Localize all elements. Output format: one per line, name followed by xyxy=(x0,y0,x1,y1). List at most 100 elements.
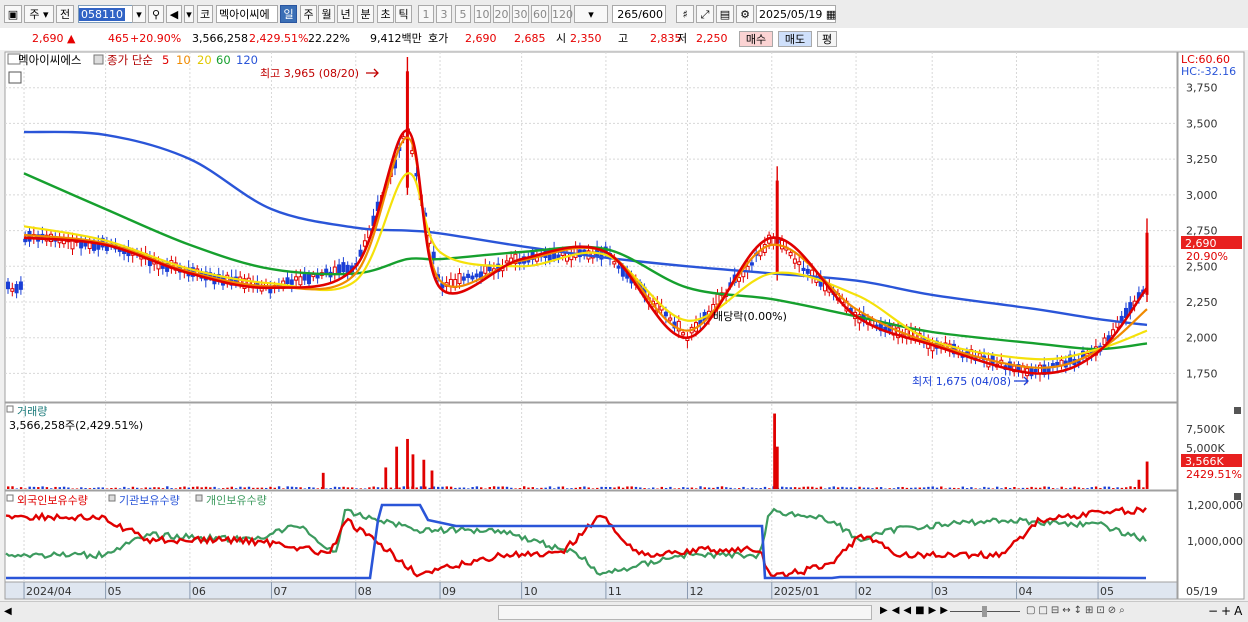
volume-panel-close-icon[interactable] xyxy=(1234,407,1241,414)
interval-button-2[interactable]: 5 xyxy=(455,5,471,23)
volume-bar xyxy=(738,488,740,489)
speaker-dropdown-icon[interactable]: ▾ xyxy=(184,5,194,23)
title-dropdown-icon[interactable] xyxy=(94,55,103,64)
volume-bar xyxy=(833,486,835,489)
eval-button[interactable]: 평 xyxy=(817,31,837,47)
stock-chart[interactable]: 3,7503,5003,2503,0002,7502,5002,2502,000… xyxy=(0,50,1248,601)
interval-dropdown[interactable]: ▾ xyxy=(574,5,608,23)
volume-bar xyxy=(910,488,912,489)
volume-bar xyxy=(953,488,955,489)
low-price: 2,250 xyxy=(696,31,728,47)
volume-bar xyxy=(704,487,706,489)
playback-controls-icon[interactable]: ▶◀◀■▶▶ xyxy=(880,605,952,616)
volume-bar xyxy=(1052,488,1054,489)
bottom-scrollbar[interactable]: ◀ ▶◀◀■▶▶ ▢□⊟↔↕⊞⊡⊘⌕ −+A xyxy=(0,601,1248,622)
price-tick-label: 2,000 xyxy=(1186,332,1218,345)
candle-body xyxy=(290,280,293,284)
price-tick-label: 3,000 xyxy=(1186,189,1218,202)
period-button-4[interactable]: 분 xyxy=(357,5,374,23)
holding-panel-icon[interactable] xyxy=(7,495,13,501)
volume-bar xyxy=(244,487,246,489)
ask-label: 호가 xyxy=(428,31,448,47)
volume-bar xyxy=(721,486,723,489)
volume-bar xyxy=(205,487,207,489)
ma20-label: 20 xyxy=(197,53,212,67)
candle-body xyxy=(295,277,298,280)
volume-bar xyxy=(50,488,52,489)
x-axis-label: 02 xyxy=(858,585,872,598)
ko-button[interactable]: 코 xyxy=(197,5,213,23)
volume-bar xyxy=(609,487,611,489)
sell-button[interactable]: 매도 xyxy=(778,31,812,47)
buy-button[interactable]: 매수 xyxy=(739,31,773,47)
scroll-thumb[interactable] xyxy=(498,605,872,620)
chart-tools-icon[interactable]: ▢□⊟↔↕⊞⊡⊘⌕ xyxy=(1026,605,1128,616)
interval-button-5[interactable]: 30 xyxy=(512,5,529,23)
zoom-slider-handle[interactable] xyxy=(982,606,987,617)
volume-bar xyxy=(824,488,826,489)
volume-bar xyxy=(123,487,125,489)
period-button-3[interactable]: 년 xyxy=(337,5,354,23)
volume-bar xyxy=(695,488,697,489)
volume-bar xyxy=(192,487,194,489)
low-label: 저 xyxy=(677,31,687,47)
candle-body xyxy=(342,263,345,272)
volume-bar xyxy=(334,487,336,489)
window-icon[interactable]: ▣ xyxy=(4,5,22,23)
volume-bar xyxy=(957,488,959,489)
interval-button-4[interactable]: 20 xyxy=(493,5,510,23)
interval-button-1[interactable]: 3 xyxy=(436,5,452,23)
period-button-6[interactable]: 틱 xyxy=(395,5,412,23)
date-field[interactable]: 2025/05/19 ▦ xyxy=(756,5,836,23)
save-icon[interactable]: ▤ xyxy=(716,5,734,23)
volume-bar xyxy=(592,488,594,489)
volume-panel-icon[interactable] xyxy=(7,406,13,412)
volume-bar xyxy=(1005,487,1007,489)
stock-code-input[interactable]: 058110 xyxy=(78,5,136,23)
count-field[interactable]: 265/600 xyxy=(612,5,666,23)
interval-button-6[interactable]: 60 xyxy=(531,5,549,23)
volume-bar xyxy=(1108,487,1110,489)
volume-bar xyxy=(970,487,972,489)
period-button-0[interactable]: 일 xyxy=(280,5,297,23)
volume-bar-spike xyxy=(1146,462,1149,489)
scroll-left-icon[interactable]: ◀ xyxy=(4,606,12,617)
interval-button-0[interactable]: 1 xyxy=(418,5,434,23)
gear-icon[interactable]: ⚙ xyxy=(736,5,754,23)
stock-name-field[interactable]: 멕아이씨에 xyxy=(216,5,278,23)
speaker-icon[interactable]: ◀ xyxy=(166,5,182,23)
volume-bar xyxy=(665,488,667,489)
candle-type-icon[interactable]: ♯ xyxy=(676,5,694,23)
volume-bar xyxy=(231,487,233,489)
volume-bar xyxy=(949,488,951,489)
interval-button-7[interactable]: 120 xyxy=(551,5,571,23)
zoom-controls-icon[interactable]: −+A xyxy=(1208,604,1245,618)
volume-bar xyxy=(669,487,671,489)
volume-bar xyxy=(751,487,753,489)
x-axis-label: 09 xyxy=(442,585,456,598)
draw-tool-icon[interactable]: ⤢ xyxy=(696,5,714,23)
period-button-1[interactable]: 주 xyxy=(300,5,317,23)
period-button-2[interactable]: 월 xyxy=(318,5,335,23)
volume-bar xyxy=(304,488,306,489)
interval-button-3[interactable]: 10 xyxy=(474,5,491,23)
volume-bar xyxy=(84,488,86,489)
volume-bar xyxy=(549,486,551,489)
volume-bar xyxy=(239,487,241,489)
holding-panel-close-icon[interactable] xyxy=(1234,493,1241,500)
volume-bar xyxy=(416,487,418,489)
volume-bar xyxy=(11,486,13,489)
calculator-icon[interactable] xyxy=(9,72,21,83)
volume-bar xyxy=(966,488,968,489)
volume-bar xyxy=(837,487,839,489)
volume-bar xyxy=(459,488,461,489)
search-icon[interactable]: ⚲ xyxy=(148,5,164,23)
calendar-icon[interactable]: ▦ xyxy=(826,8,836,21)
period-button-5[interactable]: 초 xyxy=(377,5,394,23)
volume-bar xyxy=(794,487,796,489)
volume-bar xyxy=(398,488,400,489)
volume-bar-spike xyxy=(384,467,387,489)
code-dropdown-icon[interactable]: ▾ xyxy=(132,5,146,23)
type-button[interactable]: 전 xyxy=(56,5,74,23)
market-select[interactable]: 주 ▾ xyxy=(24,5,54,23)
